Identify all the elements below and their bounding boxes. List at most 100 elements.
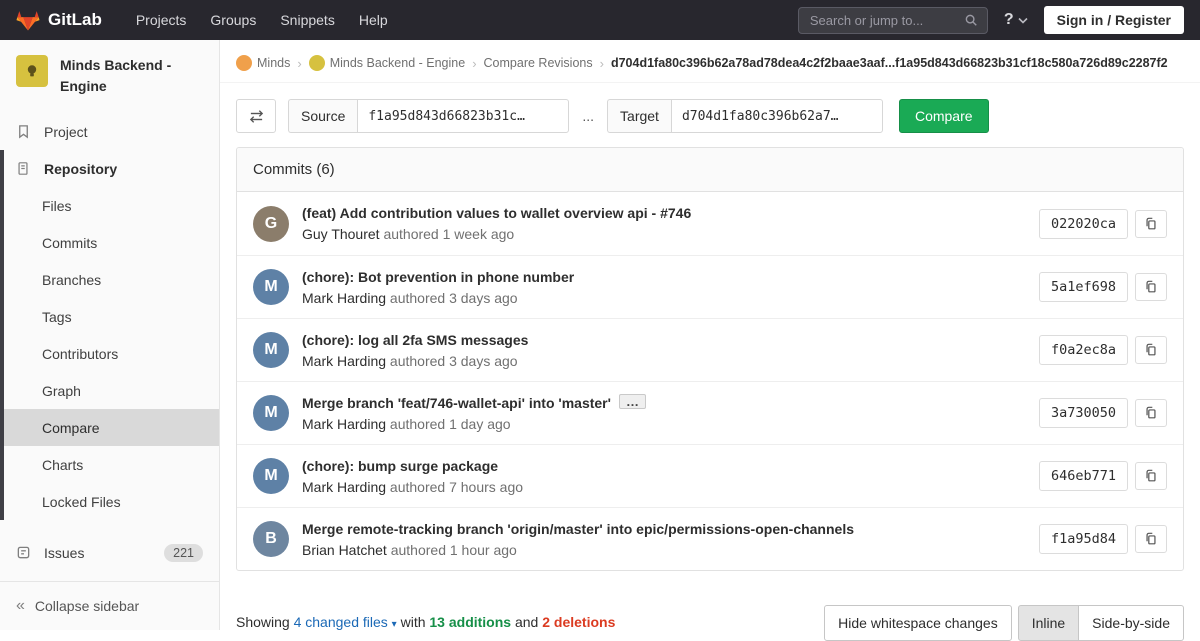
sidebar-item-project[interactable]: Project	[0, 113, 219, 150]
sidebar-item-locked-files[interactable]: Locked Files	[0, 483, 219, 520]
commit-author-link[interactable]: Brian Hatchet	[302, 542, 387, 558]
breadcrumb-group-link[interactable]: Minds	[236, 55, 290, 71]
main-menu: Projects Groups Snippets Help	[124, 0, 400, 40]
top-navbar: GitLab Projects Groups Snippets Help ? S…	[0, 0, 1200, 40]
subnav-label: Contributors	[42, 346, 118, 362]
source-field-group: Source	[288, 99, 569, 133]
commit-author-link[interactable]: Guy Thouret	[302, 226, 380, 242]
commit-author-link[interactable]: Mark Harding	[302, 353, 386, 369]
sidebar-item-compare[interactable]: Compare	[0, 409, 219, 446]
menu-item-snippets[interactable]: Snippets	[268, 0, 346, 40]
subnav-label: Commits	[42, 235, 97, 251]
commit-meta: Mark Harding authored 3 days ago	[302, 290, 1027, 306]
menu-item-help[interactable]: Help	[347, 0, 400, 40]
breadcrumb-project-link[interactable]: Minds Backend - Engine	[309, 55, 466, 71]
commit-sha: 646eb771	[1039, 461, 1128, 491]
commit-author-link[interactable]: Mark Harding	[302, 290, 386, 306]
copy-sha-button[interactable]	[1135, 462, 1167, 490]
commit-authored-time: authored 7 hours ago	[390, 479, 523, 495]
collapse-sidebar-label: Collapse sidebar	[35, 598, 139, 614]
copy-sha-button[interactable]	[1135, 210, 1167, 238]
navbar-right: ? Sign in / Register	[798, 6, 1184, 34]
changed-files-link[interactable]: 4 changed files ▾	[294, 614, 397, 630]
commit-author-link[interactable]: Mark Harding	[302, 479, 386, 495]
commit-sha: 3a730050	[1039, 398, 1128, 428]
commit-title-line: Merge branch 'feat/746-wallet-api' into …	[302, 394, 1027, 411]
commit-author-link[interactable]: Mark Harding	[302, 416, 386, 432]
commit-authored-time: authored 1 week ago	[383, 226, 514, 242]
caret-down-icon: ▾	[392, 619, 397, 630]
compare-form: Source ... Target Compare	[220, 83, 1200, 147]
commit-actions: 646eb771	[1039, 461, 1167, 491]
project-context-header[interactable]: Minds Backend - Engine	[0, 40, 219, 107]
sidebar-item-branches[interactable]: Branches	[0, 261, 219, 298]
collapse-sidebar-button[interactable]: « Collapse sidebar	[0, 581, 219, 630]
avatar: M	[253, 269, 289, 305]
commit-title-link[interactable]: Merge remote-tracking branch 'origin/mas…	[302, 521, 1027, 537]
global-search[interactable]	[798, 7, 988, 34]
commit-main: (chore): log all 2fa SMS messages Mark H…	[302, 332, 1027, 369]
subnav-label: Tags	[42, 309, 72, 325]
source-label: Source	[288, 99, 357, 133]
sign-in-register-button[interactable]: Sign in / Register	[1044, 6, 1184, 34]
commit-title-link[interactable]: (chore): bump surge package	[302, 458, 1027, 474]
breadcrumb-section-link[interactable]: Compare Revisions	[484, 56, 593, 70]
commit-main: (chore): bump surge package Mark Harding…	[302, 458, 1027, 495]
commit-meta: Mark Harding authored 3 days ago	[302, 353, 1027, 369]
sidebar-item-charts[interactable]: Charts	[0, 446, 219, 483]
breadcrumb-section-label: Compare Revisions	[484, 56, 593, 70]
showing-label: Showing	[236, 614, 290, 630]
sidebar-item-contributors[interactable]: Contributors	[0, 335, 219, 372]
copy-sha-button[interactable]	[1135, 525, 1167, 553]
commit-main: Merge branch 'feat/746-wallet-api' into …	[302, 394, 1027, 432]
copy-sha-button[interactable]	[1135, 399, 1167, 427]
search-input[interactable]	[808, 12, 958, 29]
copy-sha-button[interactable]	[1135, 273, 1167, 301]
commit-row: M (chore): Bot prevention in phone numbe…	[237, 255, 1183, 318]
sidebar-item-files[interactable]: Files	[0, 187, 219, 224]
avatar: M	[253, 458, 289, 494]
bookmark-icon	[16, 124, 34, 140]
commit-title-link[interactable]: (chore): log all 2fa SMS messages	[302, 332, 1027, 348]
brand-name: GitLab	[48, 10, 102, 30]
sidebar-item-issues[interactable]: Issues 221	[0, 534, 219, 571]
help-icon: ?	[1004, 11, 1014, 29]
inline-view-button[interactable]: Inline	[1018, 605, 1079, 641]
sidebar-item-commits[interactable]: Commits	[0, 224, 219, 261]
target-ref-input[interactable]	[671, 99, 883, 133]
menu-item-groups[interactable]: Groups	[198, 0, 268, 40]
repository-subnav: Files Commits Branches Tags Contributors…	[0, 187, 219, 520]
gitlab-logo-icon	[16, 9, 40, 32]
commit-title-link[interactable]: Merge branch 'feat/746-wallet-api' into …	[302, 395, 611, 411]
commit-main: (chore): Bot prevention in phone number …	[302, 269, 1027, 306]
commit-title-link[interactable]: (feat) Add contribution values to wallet…	[302, 205, 1027, 221]
chevron-right-icon: ›	[297, 56, 301, 71]
commit-main: Merge remote-tracking branch 'origin/mas…	[302, 521, 1027, 558]
source-ref-input[interactable]	[357, 99, 569, 133]
project-avatar	[16, 55, 48, 87]
sidebar-item-tags[interactable]: Tags	[0, 298, 219, 335]
diff-view-actions: Hide whitespace changes Inline Side-by-s…	[824, 605, 1184, 641]
commit-description-expander[interactable]: …	[619, 394, 646, 409]
gitlab-home-link[interactable]: GitLab	[16, 9, 102, 32]
hide-whitespace-button[interactable]: Hide whitespace changes	[824, 605, 1012, 641]
sidebar-item-graph[interactable]: Graph	[0, 372, 219, 409]
subnav-label: Graph	[42, 383, 81, 399]
commit-actions: 022020ca	[1039, 209, 1167, 239]
breadcrumb: Minds › Minds Backend - Engine › Compare…	[220, 40, 1200, 83]
commit-main: (feat) Add contribution values to wallet…	[302, 205, 1027, 242]
copy-icon	[1144, 469, 1158, 483]
chevron-right-icon: ›	[472, 56, 476, 71]
menu-item-projects[interactable]: Projects	[124, 0, 199, 40]
commit-title-link[interactable]: (chore): Bot prevention in phone number	[302, 269, 1027, 285]
swap-revisions-button[interactable]	[236, 99, 276, 133]
copy-sha-button[interactable]	[1135, 336, 1167, 364]
side-by-side-view-button[interactable]: Side-by-side	[1079, 605, 1184, 641]
sidebar-item-repository[interactable]: Repository	[0, 150, 219, 187]
subnav-label: Compare	[42, 420, 100, 436]
copy-icon	[1144, 406, 1158, 420]
help-dropdown[interactable]: ?	[1004, 11, 1028, 29]
compare-button[interactable]: Compare	[899, 99, 989, 133]
project-avatar-small	[309, 55, 325, 71]
sidebar-project-title: Minds Backend - Engine	[60, 55, 203, 97]
